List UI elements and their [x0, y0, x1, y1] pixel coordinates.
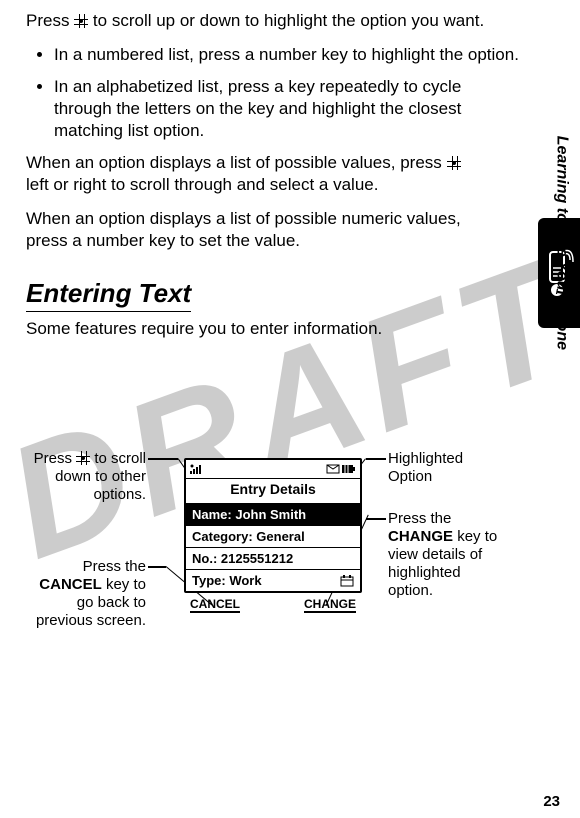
status-bar — [186, 460, 360, 478]
phone-screen: Entry Details Name: John Smith Category:… — [184, 458, 362, 619]
paragraph: When an option displays a list of possib… — [26, 208, 520, 252]
nav-key-icon — [74, 14, 88, 28]
nav-key-icon — [447, 156, 461, 170]
callout-top-left: Press to scroll down to other options. — [26, 450, 146, 504]
connector-line — [148, 566, 166, 568]
list-item: In an alphabetized list, press a key rep… — [54, 76, 520, 142]
cancel-key-label: CANCEL — [39, 576, 102, 593]
intro-paragraph: Press to scroll up or down to highlight … — [26, 10, 520, 32]
text: left or right to scroll through and sele… — [26, 175, 378, 194]
section-heading: Entering Text — [26, 278, 191, 312]
text: Press the — [388, 510, 451, 527]
msg-icon — [326, 464, 340, 474]
screen-title: Entry Details — [186, 478, 360, 503]
softkey-left: CANCEL — [190, 597, 240, 613]
bullet-list: In a numbered list, press a number key t… — [26, 44, 520, 142]
screen-row: Category: General — [186, 525, 360, 547]
connector-line — [366, 518, 386, 520]
paragraph: When an option displays a list of possib… — [26, 152, 520, 196]
screen-row: Type: Work — [186, 569, 360, 591]
screen-row: No.: 2125551212 — [186, 547, 360, 569]
callout-top-right: Highlighted Option — [388, 450, 508, 486]
callout-bottom-left: Press the CANCEL key to go back to previ… — [26, 558, 146, 630]
text: Press the — [83, 558, 146, 575]
diagram: Press to scroll down to other options. P… — [26, 450, 526, 710]
text: Press — [34, 450, 77, 467]
softkey-bar: CANCEL CHANGE — [184, 593, 362, 619]
connector-line — [148, 458, 178, 460]
signal-icon — [190, 463, 202, 475]
text: to scroll up or down to highlight the op… — [93, 11, 484, 30]
battery-icon — [342, 464, 356, 474]
text: When an option displays a list of possib… — [26, 153, 447, 172]
nav-key-icon — [76, 451, 90, 465]
calendar-icon — [340, 575, 354, 587]
list-item: In a numbered list, press a number key t… — [54, 44, 520, 66]
text: Press — [26, 11, 74, 30]
row-text: Type: Work — [192, 573, 262, 588]
callout-bottom-right: Press the CHANGE key to view details of … — [388, 510, 508, 600]
page-number: 23 — [543, 793, 560, 810]
change-key-label: CHANGE — [388, 528, 453, 545]
softkey-right: CHANGE — [304, 597, 356, 613]
connector-line — [366, 458, 386, 460]
highlighted-row: Name: John Smith — [186, 503, 360, 525]
paragraph: Some features require you to enter infor… — [26, 318, 520, 340]
